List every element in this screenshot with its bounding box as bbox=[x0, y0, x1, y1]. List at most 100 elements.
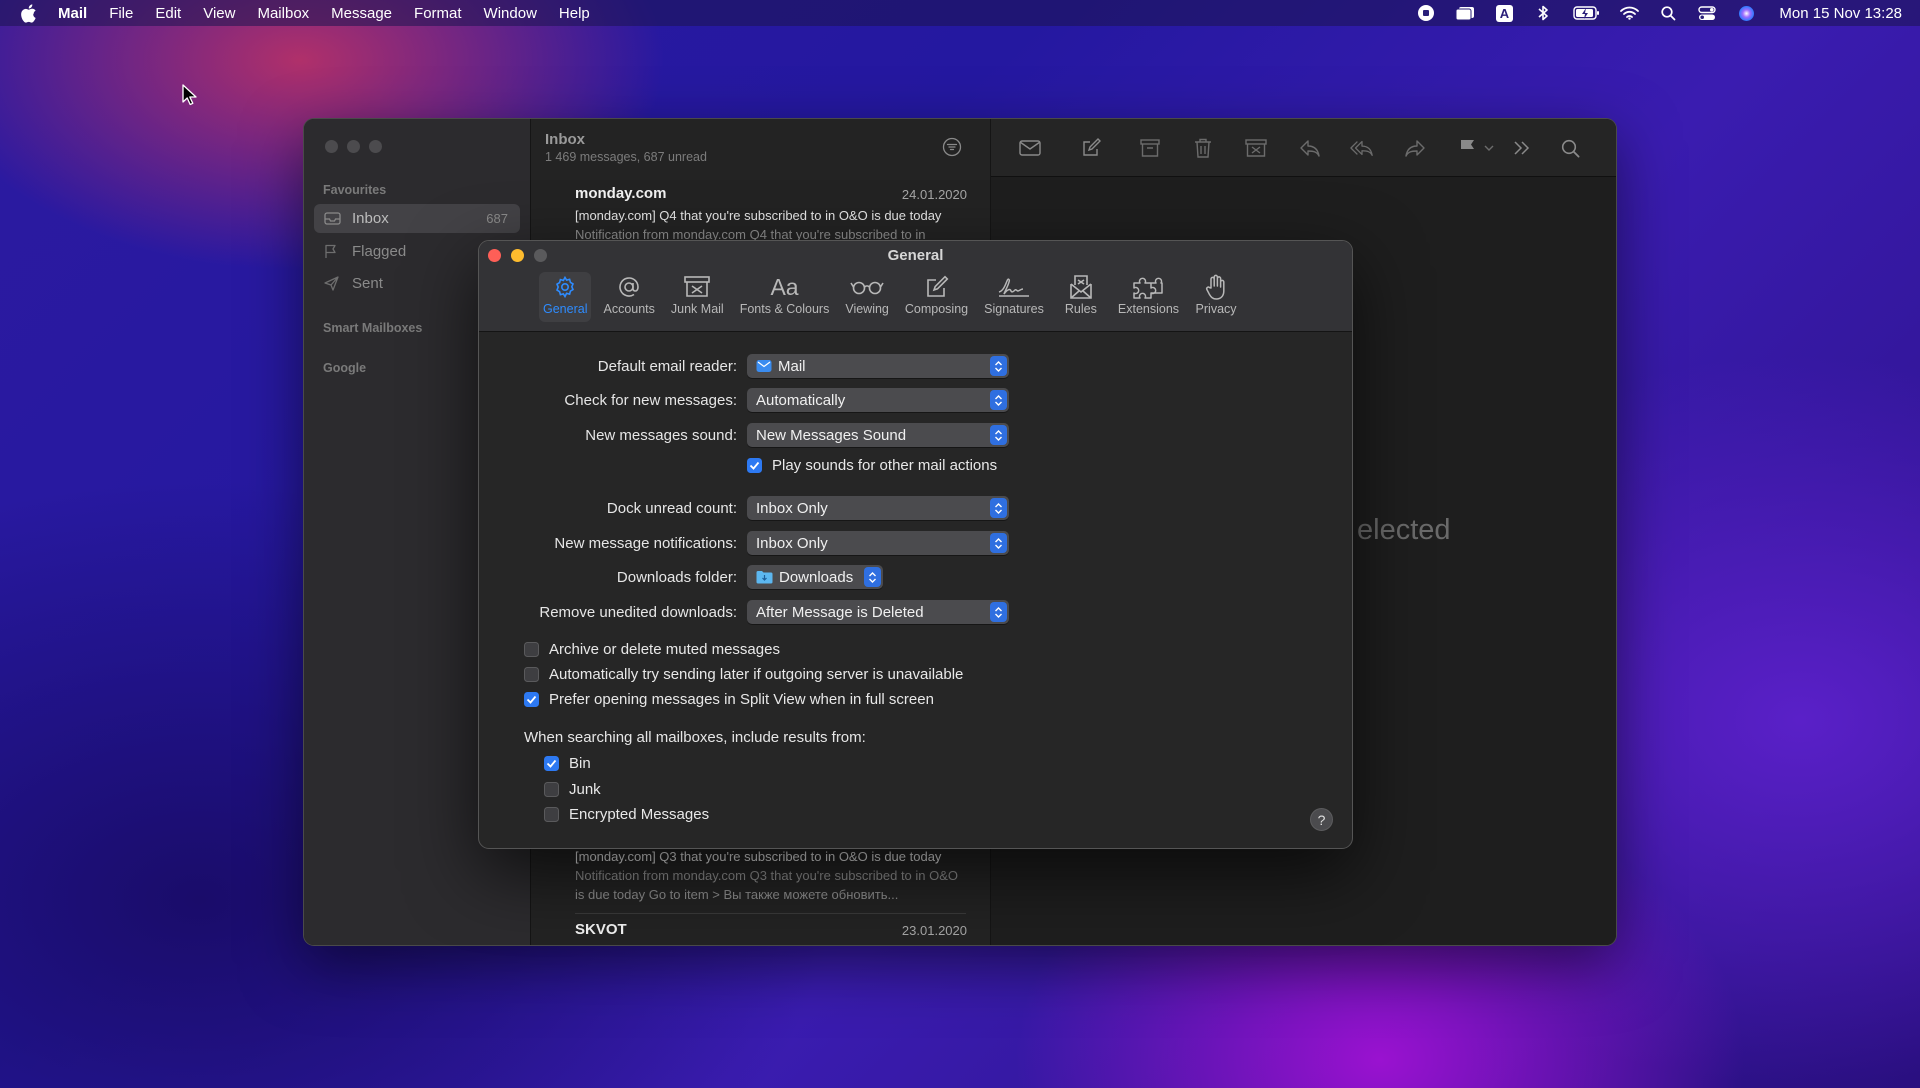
reply-icon[interactable] bbox=[1298, 137, 1322, 159]
message-subject: [monday.com] Q4 that you're subscribed t… bbox=[575, 208, 942, 223]
window-controls bbox=[325, 140, 382, 153]
play-sounds-checkbox[interactable]: Play sounds for other mail actions bbox=[747, 457, 997, 474]
downloads-folder-row: Downloads folder: Downloads bbox=[479, 565, 1352, 589]
menu-message[interactable]: Message bbox=[331, 5, 392, 22]
send-later-checkbox[interactable]: Automatically try sending later if outgo… bbox=[524, 666, 963, 683]
tab-fonts-colours[interactable]: Aa Fonts & Colours bbox=[736, 272, 834, 322]
message-list-header: Inbox 1 469 messages, 687 unread bbox=[545, 131, 707, 164]
notifications-popup[interactable]: Inbox Only bbox=[747, 531, 1009, 555]
dock-count-popup[interactable]: Inbox Only bbox=[747, 496, 1009, 520]
archive-muted-checkbox[interactable]: Archive or delete muted messages bbox=[524, 641, 780, 658]
sidebar-item-label: Flagged bbox=[352, 243, 407, 260]
tab-accounts[interactable]: Accounts bbox=[599, 272, 658, 322]
menu-view[interactable]: View bbox=[203, 5, 235, 22]
tab-label: Viewing bbox=[845, 302, 889, 316]
list-item[interactable]: SKVOT 23.01.2020 bbox=[531, 921, 991, 938]
list-item[interactable]: monday.com 24.01.2020 [monday.com] Q4 th… bbox=[531, 185, 991, 244]
wifi-icon[interactable] bbox=[1619, 4, 1639, 22]
sound-popup[interactable]: New Messages Sound bbox=[747, 423, 1009, 447]
check-new-row: Check for new messages: Automatically bbox=[479, 388, 1352, 412]
tab-signatures[interactable]: Signatures bbox=[980, 272, 1048, 322]
flag-icon[interactable] bbox=[1456, 137, 1480, 159]
split-view-checkbox[interactable]: Prefer opening messages in Split View wh… bbox=[524, 691, 934, 708]
get-mail-icon[interactable] bbox=[1018, 137, 1042, 159]
inbox-icon bbox=[324, 212, 342, 225]
search-junk-checkbox[interactable]: Junk bbox=[544, 781, 601, 798]
search-icon[interactable] bbox=[1558, 137, 1582, 159]
archive-icon[interactable] bbox=[1138, 137, 1162, 159]
message-date: 23.01.2020 bbox=[901, 923, 967, 938]
dock-count-row: Dock unread count: Inbox Only bbox=[479, 496, 1352, 520]
filter-icon[interactable] bbox=[942, 137, 962, 157]
tab-composing[interactable]: Composing bbox=[901, 272, 972, 322]
search-bin-checkbox[interactable]: Bin bbox=[544, 755, 591, 772]
checkbox-checked-icon bbox=[747, 458, 762, 473]
search-bin-label: Bin bbox=[569, 755, 591, 772]
check-new-label: Check for new messages: bbox=[564, 391, 737, 409]
tab-junk-mail[interactable]: Junk Mail bbox=[667, 272, 728, 322]
trash-icon[interactable] bbox=[1191, 137, 1215, 159]
dock-count-label: Dock unread count: bbox=[606, 499, 737, 517]
google-account-heading[interactable]: Google bbox=[323, 361, 366, 375]
tab-label: Accounts bbox=[603, 302, 655, 316]
menu-app-name[interactable]: Mail bbox=[58, 5, 87, 22]
spotlight-icon[interactable] bbox=[1658, 4, 1678, 22]
message-divider bbox=[575, 913, 966, 914]
message-preview: Notification from monday.com Q3 that you… bbox=[575, 868, 959, 902]
tab-general[interactable]: General bbox=[539, 272, 592, 322]
check-new-popup[interactable]: Automatically bbox=[747, 388, 1009, 412]
unread-count-badge: 687 bbox=[486, 211, 508, 226]
battery-icon[interactable] bbox=[1572, 4, 1600, 22]
menu-clock[interactable]: Mon 15 Nov 13:28 bbox=[1779, 5, 1902, 22]
downloads-folder-popup[interactable]: Downloads bbox=[747, 565, 883, 589]
junk-icon[interactable] bbox=[1244, 137, 1268, 159]
input-source-icon[interactable]: A bbox=[1494, 4, 1514, 22]
menu-edit[interactable]: Edit bbox=[155, 5, 181, 22]
list-item[interactable]: [monday.com] Q3 that you're subscribed t… bbox=[531, 849, 991, 904]
bluetooth-icon[interactable] bbox=[1533, 4, 1553, 22]
menu-mailbox[interactable]: Mailbox bbox=[257, 5, 309, 22]
mail-app-icon bbox=[756, 359, 772, 373]
tab-rules[interactable]: Rules bbox=[1056, 272, 1106, 322]
tab-label: Junk Mail bbox=[670, 302, 724, 316]
checkbox-checked-icon bbox=[544, 756, 559, 771]
downloads-folder-value: Downloads bbox=[779, 568, 854, 586]
help-button[interactable]: ? bbox=[1310, 808, 1333, 831]
smart-mailboxes-heading[interactable]: Smart Mailboxes bbox=[323, 321, 422, 335]
control-center-icon[interactable] bbox=[1697, 4, 1717, 22]
tab-viewing[interactable]: Viewing bbox=[841, 272, 893, 322]
more-chevrons-icon[interactable] bbox=[1510, 137, 1534, 159]
siri-icon[interactable] bbox=[1736, 4, 1756, 22]
search-encrypted-checkbox[interactable]: Encrypted Messages bbox=[544, 806, 709, 823]
tab-privacy[interactable]: Privacy bbox=[1191, 272, 1241, 322]
compose-icon[interactable] bbox=[1079, 137, 1103, 159]
menu-format[interactable]: Format bbox=[414, 5, 462, 22]
tab-label: Privacy bbox=[1195, 302, 1237, 316]
record-icon[interactable] bbox=[1416, 4, 1436, 22]
remove-downloads-label: Remove unedited downloads: bbox=[539, 603, 737, 621]
close-button[interactable] bbox=[325, 140, 338, 153]
menu-help[interactable]: Help bbox=[559, 5, 590, 22]
sidebar-item-inbox[interactable]: Inbox 687 bbox=[314, 204, 520, 233]
default-reader-label: Default email reader: bbox=[597, 357, 737, 375]
default-reader-popup[interactable]: Mail bbox=[747, 354, 1009, 378]
forward-icon[interactable] bbox=[1403, 137, 1427, 159]
checkbox-unchecked-icon bbox=[544, 782, 559, 797]
downloads-folder-label: Downloads folder: bbox=[616, 568, 737, 586]
zoom-button[interactable] bbox=[369, 140, 382, 153]
tab-label: Extensions bbox=[1117, 302, 1180, 316]
default-reader-row: Default email reader: Mail bbox=[479, 354, 1352, 378]
notifications-row: New message notifications: Inbox Only bbox=[479, 531, 1352, 555]
search-encrypted-label: Encrypted Messages bbox=[569, 806, 710, 823]
menu-file[interactable]: File bbox=[109, 5, 133, 22]
at-sign-icon bbox=[617, 272, 641, 302]
reply-all-icon[interactable] bbox=[1350, 137, 1374, 159]
remove-downloads-popup[interactable]: After Message is Deleted bbox=[747, 600, 1009, 624]
minimize-button[interactable] bbox=[347, 140, 360, 153]
apple-menu-icon[interactable] bbox=[20, 3, 40, 23]
notifications-label: New message notifications: bbox=[554, 534, 737, 552]
tab-extensions[interactable]: Extensions bbox=[1114, 272, 1183, 322]
menu-window[interactable]: Window bbox=[484, 5, 537, 22]
chevron-down-icon[interactable] bbox=[1482, 137, 1496, 159]
notification-icon[interactable] bbox=[1455, 4, 1475, 22]
